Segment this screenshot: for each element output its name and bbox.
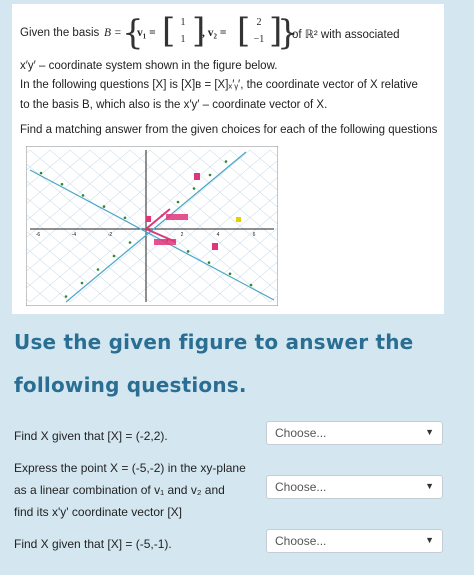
point-marker-1 [194, 173, 200, 180]
x-prime-tick-dot [81, 194, 85, 197]
question-2-text-line3: find its x'y' coordinate vector [X] [14, 505, 182, 519]
x-prime-tick-dot [123, 216, 127, 220]
x-prime-tick-dot [207, 261, 211, 264]
chevron-down-icon: ▼ [425, 481, 434, 491]
problem-panel: Given the basis B = { v₁ = [ 1 1 ] , v₂ … [12, 4, 444, 314]
y-prime-tick-dot [176, 200, 180, 204]
question-1-selected: Choose... [275, 426, 327, 440]
v1-entry-1: 1 [180, 17, 186, 28]
coordinate-figure: -6 -4 -2 2 4 6 [26, 146, 278, 306]
x-prime-tick-dot [60, 182, 64, 186]
v1-label-box [166, 214, 188, 220]
x-tick-label: -2 [108, 232, 113, 238]
problem-line5: Find a matching answer from the given ch… [20, 124, 438, 136]
y-prime-tick-dot [128, 241, 132, 244]
problem-line1-suffix: of ℝ² with associated [292, 29, 400, 41]
basis-symbol: B = [104, 27, 122, 39]
x-prime-tick-dot [39, 171, 43, 175]
y-prime-tick-dot [208, 173, 212, 177]
question-2-text-line1: Express the point X = (-5,-2) in the xy-… [14, 461, 246, 475]
x-tick-label: 2 [181, 232, 184, 238]
problem-line1-prefix: Given the basis [20, 27, 100, 39]
x-prime-tick-dot [102, 205, 106, 208]
question-3-text: Find X given that [X] = (-5,-1). [14, 537, 172, 551]
v1-entry-2: 1 [180, 34, 186, 45]
v2-left-bracket: [ [237, 11, 251, 51]
v2-vector: 2 −1 [250, 17, 268, 45]
section-heading-line1: Use the given figure to answer the [14, 330, 414, 354]
y-prime-tick-dot [96, 268, 100, 271]
x-prime-tick-dot [186, 250, 190, 253]
section-heading-line2: following questions. [14, 373, 247, 397]
v1-left-bracket: [ [162, 11, 176, 51]
v2-label: , v₂ = [202, 27, 227, 39]
chevron-down-icon: ▼ [425, 535, 434, 545]
question-2-text-line2: as a linear combination of v₁ and v₂ and [14, 483, 225, 497]
problem-line2: x′y′ – coordinate system shown in the fi… [20, 60, 278, 72]
y-prime-tick-dot [80, 281, 84, 285]
point-marker-2 [146, 216, 151, 222]
problem-line3: In the following questions [X] is [X]ʙ =… [20, 79, 418, 91]
x-tick-label: -4 [72, 232, 77, 238]
v2-entry-1: 2 [256, 17, 262, 28]
y-prime-tick-dot [192, 187, 196, 190]
y-prime-tick-dot [224, 160, 228, 163]
chevron-down-icon: ▼ [425, 427, 434, 437]
question-2-selected: Choose... [275, 480, 327, 494]
point-marker-3 [212, 243, 218, 250]
x-prime-tick-dot [228, 272, 232, 276]
v1-vector: 1 1 [176, 17, 190, 45]
x-tick-label: -6 [36, 232, 41, 238]
question-2-select[interactable]: Choose... ▼ [266, 475, 443, 499]
question-1-text: Find X given that [X] = (-2,2). [14, 429, 168, 443]
problem-line4: to the basis B, which also is the x′y′ –… [20, 99, 328, 111]
x-prime-tick-dot [249, 283, 253, 287]
question-3-select[interactable]: Choose... ▼ [266, 529, 443, 553]
point-marker-4 [236, 217, 241, 222]
x-tick-label: 4 [217, 232, 220, 238]
y-prime-tick-dot [64, 295, 68, 298]
v2-entry-2: −1 [253, 34, 265, 45]
y-prime-tick-dot [112, 254, 116, 258]
question-1-select[interactable]: Choose... ▼ [266, 421, 443, 445]
v2-label-box [154, 239, 176, 245]
v1-label: v₁ = [137, 27, 156, 39]
question-3-selected: Choose... [275, 534, 327, 548]
x-tick-label: 6 [253, 232, 256, 238]
